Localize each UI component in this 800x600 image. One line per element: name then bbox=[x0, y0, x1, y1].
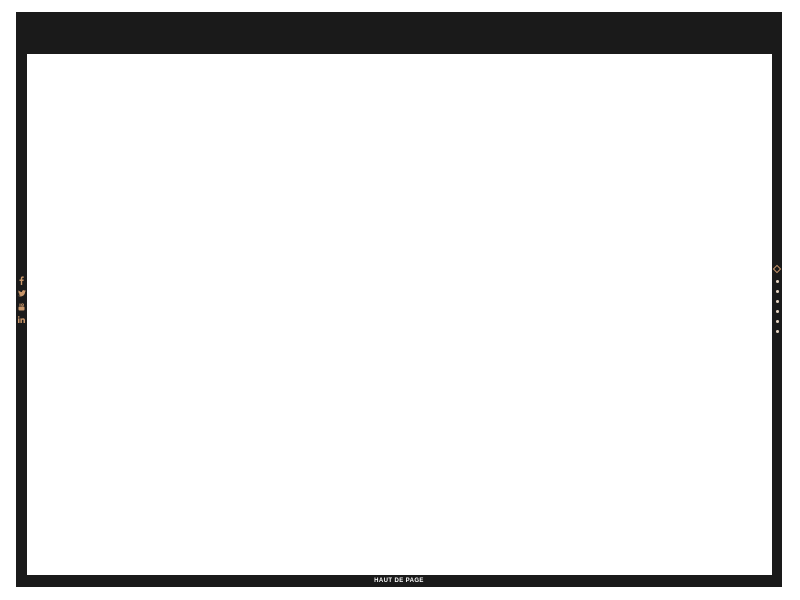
section-nav-active-dot[interactable] bbox=[772, 264, 782, 274]
section-nav-dot[interactable] bbox=[775, 280, 779, 283]
back-to-top-link[interactable]: HAUT DE PAGE bbox=[374, 578, 424, 584]
section-nav-dot[interactable] bbox=[775, 300, 779, 303]
section-nav-dot[interactable] bbox=[775, 320, 779, 323]
facebook-icon[interactable] bbox=[16, 274, 27, 287]
section-nav-dot[interactable] bbox=[775, 310, 779, 313]
bottom-bar: HAUT DE PAGE bbox=[16, 575, 782, 587]
section-nav-dot[interactable] bbox=[775, 330, 779, 333]
top-bar bbox=[16, 12, 782, 54]
page-frame: HAUT DE PAGE bbox=[16, 12, 782, 587]
twitter-icon[interactable] bbox=[16, 287, 27, 300]
section-nav bbox=[772, 264, 782, 337]
youtube-icon[interactable] bbox=[16, 300, 27, 313]
linkedin-icon[interactable] bbox=[16, 313, 27, 326]
social-links bbox=[16, 274, 27, 326]
main-content-area bbox=[27, 54, 772, 575]
section-nav-dot[interactable] bbox=[775, 290, 779, 293]
